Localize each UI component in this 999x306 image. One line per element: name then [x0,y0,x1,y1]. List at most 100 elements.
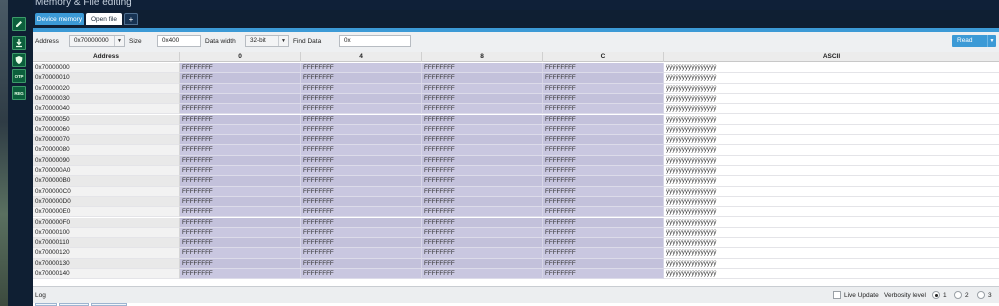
hex-cell[interactable]: FFFFFFFF [422,207,543,218]
hex-cell[interactable]: FFFFFFFF [422,248,543,259]
hex-cell[interactable]: FFFFFFFF [543,104,664,115]
hex-cell[interactable]: FFFFFFFF [543,217,664,228]
hex-cell[interactable]: FFFFFFFF [301,196,422,208]
hex-cell[interactable]: FFFFFFFF [301,135,422,146]
hex-cell[interactable]: FFFFFFFF [543,186,664,197]
hex-cell[interactable]: FFFFFFFF [543,248,664,259]
add-tab-button[interactable]: + [124,13,138,25]
hex-cell[interactable]: FFFFFFFF [180,104,301,115]
hex-cell[interactable]: FFFFFFFF [422,176,543,187]
hex-cell[interactable]: FFFFFFFF [301,258,422,269]
ascii-cell[interactable]: ÿÿÿÿÿÿÿÿÿÿÿÿÿÿÿÿ [664,135,999,146]
hex-cell[interactable]: FFFFFFFF [180,124,301,136]
shield-icon[interactable] [12,53,26,67]
hex-cell[interactable]: FFFFFFFF [422,135,543,146]
hex-cell[interactable]: FFFFFFFF [180,207,301,218]
hex-cell[interactable]: FFFFFFFF [543,73,664,84]
hex-cell[interactable]: FFFFFFFF [301,145,422,156]
ascii-cell[interactable]: ÿÿÿÿÿÿÿÿÿÿÿÿÿÿÿÿ [664,114,999,125]
hex-cell[interactable]: FFFFFFFF [422,269,543,280]
hex-cell[interactable]: FFFFFFFF [543,166,664,177]
hex-cell[interactable]: FFFFFFFF [422,145,543,156]
address-combo[interactable]: 0x70000000 ▼ [69,35,125,47]
hex-cell[interactable]: FFFFFFFF [543,135,664,146]
size-input[interactable]: 0x400 [157,35,201,47]
ascii-cell[interactable]: ÿÿÿÿÿÿÿÿÿÿÿÿÿÿÿÿ [664,63,999,74]
hex-cell[interactable]: FFFFFFFF [301,93,422,105]
hex-cell[interactable]: FFFFFFFF [180,166,301,177]
live-update-checkbox[interactable] [833,291,841,299]
hex-cell[interactable]: FFFFFFFF [180,258,301,269]
tab-open-file[interactable]: Open file [86,13,122,25]
ascii-cell[interactable]: ÿÿÿÿÿÿÿÿÿÿÿÿÿÿÿÿ [664,73,999,84]
hex-cell[interactable]: FFFFFFFF [422,186,543,197]
ascii-cell[interactable]: ÿÿÿÿÿÿÿÿÿÿÿÿÿÿÿÿ [664,124,999,136]
hex-cell[interactable]: FFFFFFFF [543,124,664,136]
ascii-cell[interactable]: ÿÿÿÿÿÿÿÿÿÿÿÿÿÿÿÿ [664,186,999,197]
hex-cell[interactable]: FFFFFFFF [543,258,664,269]
hex-cell[interactable]: FFFFFFFF [301,155,422,166]
chevron-down-icon[interactable]: ▼ [987,35,996,47]
hex-cell[interactable]: FFFFFFFF [543,114,664,125]
hex-cell[interactable]: FFFFFFFF [422,217,543,228]
hex-cell[interactable]: FFFFFFFF [180,186,301,197]
hex-cell[interactable]: FFFFFFFF [180,93,301,105]
hex-cell[interactable]: FFFFFFFF [422,166,543,177]
hex-cell[interactable]: FFFFFFFF [422,124,543,136]
hex-cell[interactable]: FFFFFFFF [543,155,664,166]
hex-cell[interactable]: FFFFFFFF [301,238,422,249]
download-icon[interactable] [12,36,26,50]
hex-cell[interactable]: FFFFFFFF [422,83,543,94]
verbosity-radio-3[interactable] [977,291,985,299]
ascii-cell[interactable]: ÿÿÿÿÿÿÿÿÿÿÿÿÿÿÿÿ [664,269,999,280]
register-icon[interactable]: REG [12,86,26,100]
data-width-select[interactable]: 32-bit ▼ [245,35,289,47]
chevron-down-icon[interactable]: ▼ [114,36,124,46]
ascii-cell[interactable]: ÿÿÿÿÿÿÿÿÿÿÿÿÿÿÿÿ [664,104,999,115]
tab-device-memory[interactable]: Device memory [35,13,84,25]
hex-cell[interactable]: FFFFFFFF [180,248,301,259]
hex-cell[interactable]: FFFFFFFF [301,227,422,239]
ascii-cell[interactable]: ÿÿÿÿÿÿÿÿÿÿÿÿÿÿÿÿ [664,217,999,228]
hex-cell[interactable]: FFFFFFFF [422,73,543,84]
hex-cell[interactable]: FFFFFFFF [543,269,664,280]
hex-cell[interactable]: FFFFFFFF [180,217,301,228]
hex-cell[interactable]: FFFFFFFF [301,83,422,94]
hex-cell[interactable]: FFFFFFFF [301,186,422,197]
ascii-cell[interactable]: ÿÿÿÿÿÿÿÿÿÿÿÿÿÿÿÿ [664,238,999,249]
hex-cell[interactable]: FFFFFFFF [301,63,422,74]
hex-cell[interactable]: FFFFFFFF [180,63,301,74]
hex-cell[interactable]: FFFFFFFF [422,196,543,208]
hex-cell[interactable]: FFFFFFFF [301,217,422,228]
hex-cell[interactable]: FFFFFFFF [180,155,301,166]
ascii-cell[interactable]: ÿÿÿÿÿÿÿÿÿÿÿÿÿÿÿÿ [664,207,999,218]
hex-cell[interactable]: FFFFFFFF [543,227,664,239]
hex-cell[interactable]: FFFFFFFF [422,227,543,239]
ascii-cell[interactable]: ÿÿÿÿÿÿÿÿÿÿÿÿÿÿÿÿ [664,93,999,105]
hex-cell[interactable]: FFFFFFFF [180,269,301,280]
hex-cell[interactable]: FFFFFFFF [543,238,664,249]
hex-cell[interactable]: FFFFFFFF [301,269,422,280]
hex-cell[interactable]: FFFFFFFF [543,207,664,218]
hex-cell[interactable]: FFFFFFFF [543,176,664,187]
ascii-cell[interactable]: ÿÿÿÿÿÿÿÿÿÿÿÿÿÿÿÿ [664,176,999,187]
hex-cell[interactable]: FFFFFFFF [422,104,543,115]
hex-cell[interactable]: FFFFFFFF [301,104,422,115]
hex-cell[interactable]: FFFFFFFF [301,124,422,136]
hex-cell[interactable]: FFFFFFFF [301,248,422,259]
hex-cell[interactable]: FFFFFFFF [543,63,664,74]
ascii-cell[interactable]: ÿÿÿÿÿÿÿÿÿÿÿÿÿÿÿÿ [664,166,999,177]
verbosity-radio-1[interactable] [932,291,940,299]
ascii-cell[interactable]: ÿÿÿÿÿÿÿÿÿÿÿÿÿÿÿÿ [664,227,999,239]
hex-cell[interactable]: FFFFFFFF [180,145,301,156]
ascii-cell[interactable]: ÿÿÿÿÿÿÿÿÿÿÿÿÿÿÿÿ [664,248,999,259]
hex-cell[interactable]: FFFFFFFF [543,196,664,208]
hex-cell[interactable]: FFFFFFFF [422,258,543,269]
hex-cell[interactable]: FFFFFFFF [543,83,664,94]
ascii-cell[interactable]: ÿÿÿÿÿÿÿÿÿÿÿÿÿÿÿÿ [664,145,999,156]
hex-cell[interactable]: FFFFFFFF [422,93,543,105]
hex-cell[interactable]: FFFFFFFF [301,166,422,177]
hex-cell[interactable]: FFFFFFFF [180,83,301,94]
hex-cell[interactable]: FFFFFFFF [301,207,422,218]
otp-icon[interactable]: OTP [12,69,26,83]
